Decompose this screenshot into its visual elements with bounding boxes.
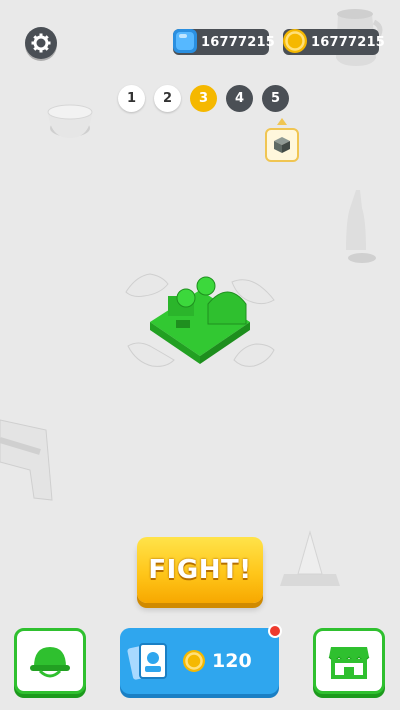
cards-icon (127, 643, 167, 680)
coin-icon (283, 29, 307, 53)
fence-prop (0, 419, 53, 501)
coin-icon (183, 650, 205, 672)
gear-icon (31, 33, 51, 53)
crate-icon (274, 137, 290, 153)
reward-pointer (277, 118, 287, 125)
army-button[interactable] (14, 628, 86, 694)
level-1: 1 (118, 85, 145, 112)
bottle-prop (346, 190, 376, 263)
shop-icon (328, 647, 370, 679)
buy-card-button[interactable]: 120 (120, 628, 279, 694)
level-reward (265, 128, 299, 162)
gem-icon (173, 29, 197, 53)
game-scene: 16777215 16777215 1 2 3 4 5 FIGHT! 120 (0, 0, 400, 710)
helmet-icon (30, 647, 70, 678)
bowl-prop (47, 104, 93, 138)
level-progress: 1 2 3 4 5 (118, 85, 289, 112)
shop-button[interactable] (313, 628, 385, 694)
player-base (150, 276, 250, 364)
cone-prop (280, 530, 340, 586)
level-2: 2 (154, 85, 181, 112)
level-3: 3 (190, 85, 217, 112)
coins-counter[interactable]: 16777215 (283, 29, 385, 55)
fight-button[interactable]: FIGHT! (137, 537, 263, 603)
level-5: 5 (262, 85, 289, 112)
card-price: 120 (212, 650, 252, 672)
gems-counter[interactable]: 16777215 (173, 29, 275, 55)
settings-button[interactable] (25, 27, 57, 59)
level-4: 4 (226, 85, 253, 112)
notification-dot (268, 624, 282, 638)
